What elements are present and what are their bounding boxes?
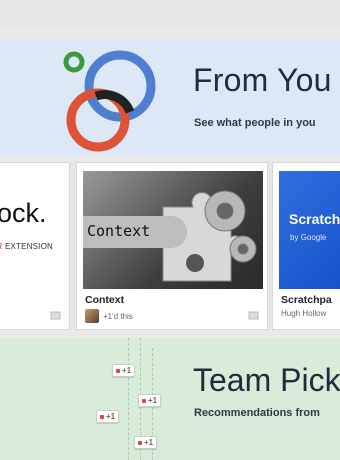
plus-one-icon: +1 — [134, 436, 158, 449]
team-picks-banner[interactable]: +1 +1 +1 +1 Team Pick Recommendations fr… — [0, 338, 340, 460]
plus-one-icon: +1 — [138, 394, 162, 407]
app-title[interactable]: Scratchpa — [281, 294, 332, 306]
top-bar — [0, 0, 340, 28]
section-subtitle: Recommendations from — [194, 407, 320, 419]
avatar[interactable] — [85, 309, 99, 323]
app-card[interactable]: Scratch by Google Scratchpa Hugh Hollow — [272, 162, 340, 330]
bookmark-icon[interactable] — [50, 310, 61, 321]
section-title: From You — [193, 62, 332, 98]
app-title[interactable]: Context — [85, 294, 124, 306]
app-logo-caption: by Google — [290, 233, 327, 242]
app-thumbnail: Scratch by Google — [279, 171, 340, 289]
app-thumbnail: Context — [83, 171, 263, 289]
section-title: Team Pick — [193, 362, 340, 398]
app-card-row: lock. AR EXTENSION Context Context +1' — [0, 162, 340, 330]
app-thumbnail: lock. AR EXTENSION — [0, 171, 63, 289]
app-logo-text: Scratch — [289, 211, 340, 227]
bookmark-icon[interactable] — [248, 310, 259, 321]
app-card[interactable]: lock. AR EXTENSION — [0, 162, 70, 330]
app-logo-text: lock. — [0, 198, 47, 228]
from-your-circles-banner[interactable]: From You See what people in you — [0, 40, 340, 156]
section-subtitle: See what people in you — [194, 117, 316, 129]
app-logo-caption: AR EXTENSION — [0, 242, 53, 251]
app-logo-text: Context — [87, 222, 151, 240]
plus-one-icon: +1 — [112, 364, 136, 377]
app-plus-one-info: +1'd this — [85, 309, 133, 323]
trail-line — [128, 338, 129, 460]
circles-logo-icon — [63, 50, 156, 152]
app-author: Hugh Hollow — [281, 309, 327, 318]
app-card[interactable]: Context Context +1'd this — [76, 162, 268, 330]
plus-one-icon: +1 — [96, 410, 120, 423]
